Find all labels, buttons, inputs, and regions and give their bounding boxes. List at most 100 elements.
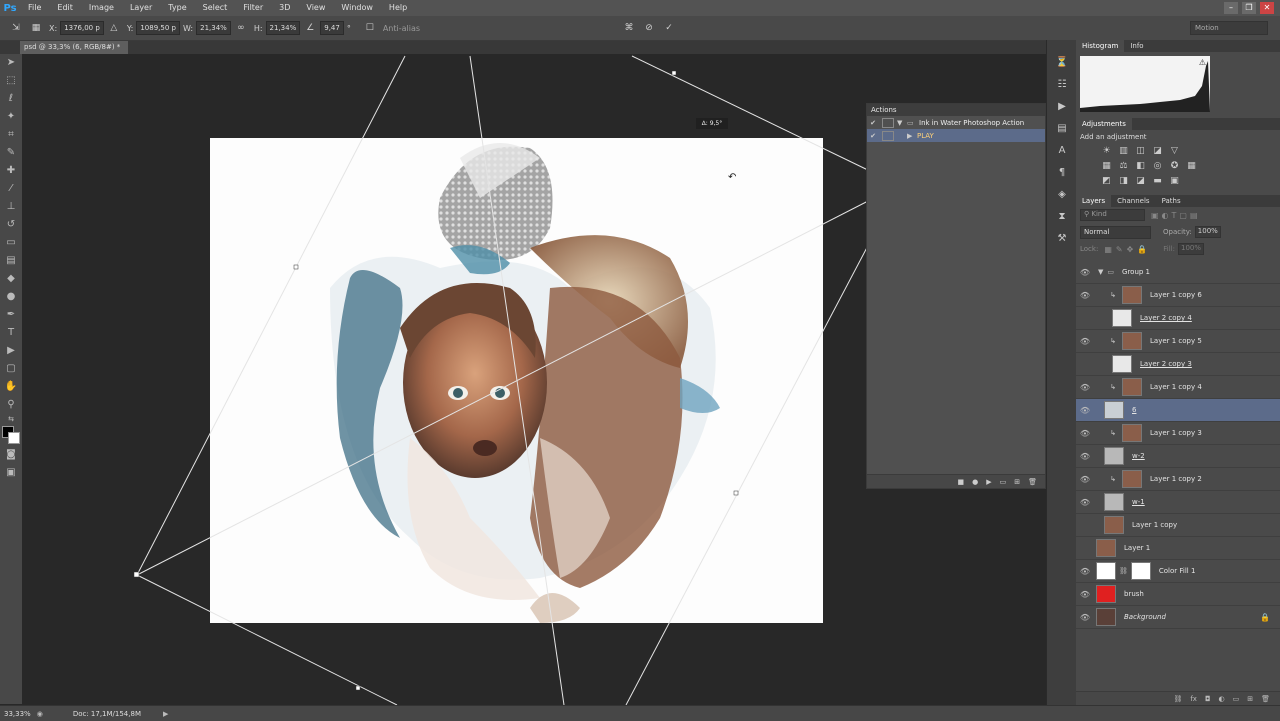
zoom-level[interactable]: 33,33% — [4, 710, 31, 718]
quick-mask-icon[interactable]: ◙ — [0, 446, 22, 464]
menu-edit[interactable]: Edit — [49, 0, 81, 16]
vibrance-icon[interactable]: ▽ — [1168, 145, 1181, 158]
transform-handle[interactable] — [355, 685, 361, 691]
brush-tool-icon[interactable]: ⁄ — [0, 180, 22, 198]
expand-triangle-icon[interactable]: ▶ — [907, 132, 917, 140]
color-balance-icon[interactable]: ⚖ — [1117, 160, 1130, 173]
stamp-tool-icon[interactable]: ⊥ — [0, 198, 22, 216]
link-icon[interactable]: ∞ — [235, 22, 247, 34]
photo-filter-icon[interactable]: ◎ — [1151, 160, 1164, 173]
visibility-eye-icon[interactable]: 👁 — [1076, 475, 1094, 484]
eyedropper-tool-icon[interactable]: ✎ — [0, 144, 22, 162]
layer-row[interactable]: 👁 ⛓ Color Fill 1 — [1076, 560, 1280, 583]
stop-icon[interactable]: ■ — [957, 475, 964, 488]
channel-mixer-icon[interactable]: ✪ — [1168, 160, 1181, 173]
menu-help[interactable]: Help — [381, 0, 415, 16]
y-field[interactable]: 1089,50 p — [136, 21, 180, 35]
type-tool-icon[interactable]: T — [0, 324, 22, 342]
shape-tool-icon[interactable]: ▢ — [0, 360, 22, 378]
blur-tool-icon[interactable]: ◆ — [0, 270, 22, 288]
layer-row[interactable]: 👁 Background 🔒 — [1076, 606, 1280, 629]
screen-mode-icon[interactable]: ▣ — [0, 464, 22, 482]
delete-layer-icon[interactable]: 🗑 — [1261, 692, 1270, 705]
delete-icon[interactable]: 🗑 — [1028, 475, 1037, 488]
marquee-tool-icon[interactable]: ⬚ — [0, 72, 22, 90]
layer-row[interactable]: 👁 Layer 2 copy 3 — [1076, 353, 1280, 376]
lasso-tool-icon[interactable]: ℓ — [0, 90, 22, 108]
workspace-select[interactable]: Motion — [1190, 21, 1268, 35]
gradient-tool-icon[interactable]: ▤ — [0, 252, 22, 270]
new-layer-icon[interactable]: ⊞ — [1247, 692, 1253, 705]
invert-icon[interactable]: ◩ — [1100, 175, 1113, 188]
blend-mode-select[interactable]: Normal — [1080, 225, 1151, 239]
visibility-eye-icon[interactable]: 👁 — [1076, 567, 1094, 576]
minimize-button[interactable]: – — [1224, 2, 1238, 14]
menu-file[interactable]: File — [20, 0, 49, 16]
brush-presets-icon[interactable]: ▤ — [1047, 118, 1077, 140]
layer-row[interactable]: 👁 brush — [1076, 583, 1280, 606]
tool-presets-icon[interactable]: ⚒ — [1047, 228, 1077, 250]
tab-paths[interactable]: Paths — [1156, 197, 1187, 205]
visibility-eye-icon[interactable]: 👁 — [1076, 337, 1094, 346]
warning-icon[interactable]: ⚠ — [1199, 58, 1206, 67]
check-icon[interactable]: ✔ — [867, 132, 879, 140]
transform-handle[interactable] — [293, 264, 299, 270]
levels-icon[interactable]: ▥ — [1117, 145, 1130, 158]
transform-tool-icon[interactable]: ⇲ — [10, 22, 22, 34]
dialog-toggle-icon[interactable] — [882, 117, 894, 128]
visibility-eye-icon[interactable]: 👁 — [1076, 268, 1094, 277]
delta-icon[interactable]: △ — [108, 22, 120, 34]
tab-channels[interactable]: Channels — [1111, 197, 1155, 205]
visibility-eye-icon[interactable]: 👁 — [1076, 429, 1094, 438]
tab-histogram[interactable]: Histogram — [1076, 40, 1125, 52]
healing-tool-icon[interactable]: ✚ — [0, 162, 22, 180]
eraser-tool-icon[interactable]: ▭ — [0, 234, 22, 252]
x-field[interactable]: 1376,00 p — [60, 21, 104, 35]
visibility-eye-icon[interactable]: 👁 — [1076, 383, 1094, 392]
swap-colors-icon[interactable]: ⇆ — [0, 414, 22, 424]
close-button[interactable]: ✕ — [1260, 2, 1274, 14]
paragraph-icon[interactable]: ¶ — [1047, 162, 1077, 184]
new-adjustment-icon[interactable]: ◐ — [1219, 692, 1225, 705]
timeline-icon[interactable]: ⧗ — [1047, 206, 1077, 228]
visibility-eye-icon[interactable]: 👁 — [1076, 406, 1094, 415]
status-menu-icon[interactable]: ▶ — [163, 710, 168, 718]
layer-row[interactable]: 👁 Layer 1 copy — [1076, 514, 1280, 537]
action-set-row[interactable]: ✔ ▼ ▭ Ink in Water Photoshop Action — [867, 116, 1045, 129]
transform-handle[interactable] — [133, 571, 140, 578]
visibility-eye-icon[interactable]: 👁 — [1076, 613, 1094, 622]
fx-icon[interactable]: fx — [1190, 692, 1197, 705]
opacity-field[interactable]: 100% — [1194, 226, 1221, 238]
check-icon[interactable]: ✔ — [867, 119, 879, 127]
layer-row[interactable]: 👁 ↳ Layer 1 copy 6 — [1076, 284, 1280, 307]
new-group-icon[interactable]: ▭ — [1233, 692, 1240, 705]
visibility-eye-icon[interactable]: 👁 — [1076, 544, 1094, 553]
properties-icon[interactable]: ☷ — [1047, 74, 1077, 96]
menu-view[interactable]: View — [298, 0, 333, 16]
color-lookup-icon[interactable]: ▦ — [1185, 160, 1198, 173]
transform-handle[interactable] — [733, 490, 739, 496]
link-layers-icon[interactable]: ⛓ — [1173, 692, 1182, 705]
transform-handle[interactable] — [671, 70, 677, 76]
menu-image[interactable]: Image — [81, 0, 122, 16]
action-row[interactable]: ✔ ▶ PLAY — [867, 129, 1045, 142]
layer-filter-kind-select[interactable]: ⚲ Kind — [1080, 209, 1145, 221]
path-select-tool-icon[interactable]: ▶ — [0, 342, 22, 360]
layer-row[interactable]: 👁 w-2 — [1076, 445, 1280, 468]
threshold-icon[interactable]: ◪ — [1134, 175, 1147, 188]
hand-tool-icon[interactable]: ✋ — [0, 378, 22, 396]
menu-layer[interactable]: Layer — [122, 0, 160, 16]
dialog-toggle-icon[interactable] — [882, 130, 894, 141]
width-field[interactable]: 21,34% — [196, 21, 231, 35]
layer-row[interactable]: 👁 ↳ Layer 1 copy 3 — [1076, 422, 1280, 445]
actions-panel-title[interactable]: Actions — [867, 104, 1045, 116]
cancel-transform-icon[interactable]: ⊘ — [643, 22, 655, 34]
status-icon[interactable]: ◉ — [37, 710, 43, 718]
layer-row[interactable]: 👁 Layer 1 — [1076, 537, 1280, 560]
fill-field[interactable]: 100% — [1177, 243, 1204, 255]
commit-transform-icon[interactable]: ✓ — [663, 22, 675, 34]
visibility-eye-icon[interactable]: 👁 — [1076, 498, 1094, 507]
menu-window[interactable]: Window — [333, 0, 381, 16]
layer-row-selected[interactable]: 👁 6 — [1076, 399, 1280, 422]
visibility-eye-icon[interactable]: 👁 — [1076, 360, 1094, 369]
